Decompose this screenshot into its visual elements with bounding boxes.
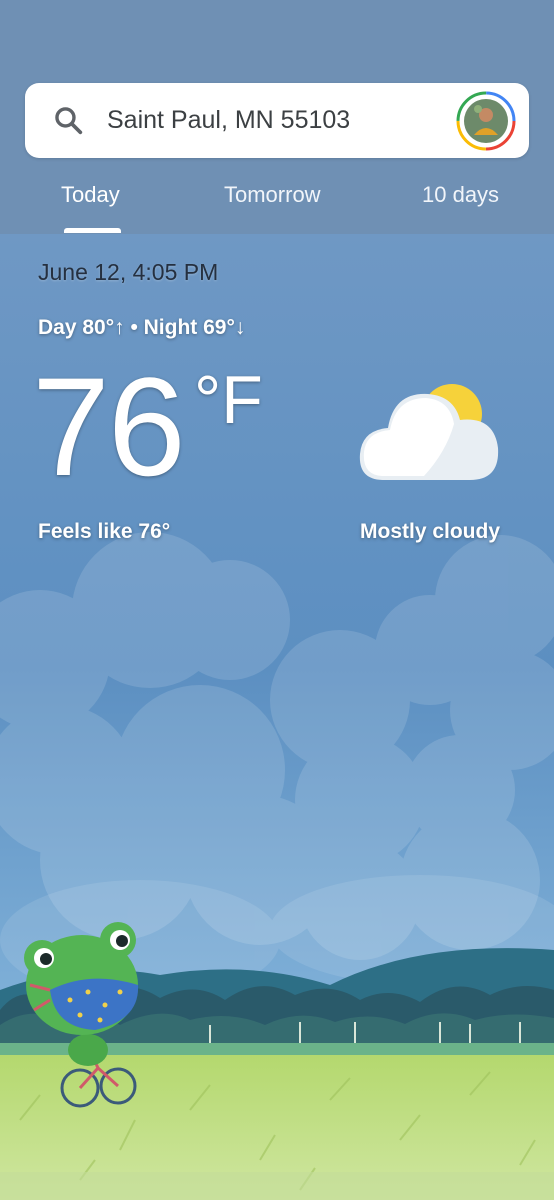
account-avatar[interactable] [456, 91, 516, 151]
tab-10-days[interactable]: 10 days [422, 182, 499, 208]
search-input[interactable]: Saint Paul, MN 55103 [107, 106, 350, 135]
search-icon[interactable] [52, 104, 86, 138]
tab-today[interactable]: Today [61, 182, 120, 208]
condition-text: Mostly cloudy [360, 520, 501, 543]
feels-like: Feels like 76° [38, 520, 171, 543]
partly-cloudy-icon [359, 384, 499, 480]
selected-tab-indicator [64, 228, 121, 233]
day-night-range: Day 80°↑ • Night 69°↓ [38, 316, 246, 339]
meadow-shadow [0, 1172, 554, 1200]
temperature-unit[interactable]: °F [194, 360, 263, 440]
current-temperature: 76 [32, 348, 186, 505]
tab-tomorrow[interactable]: Tomorrow [224, 182, 321, 208]
date-time: June 12, 4:05 PM [38, 259, 219, 285]
